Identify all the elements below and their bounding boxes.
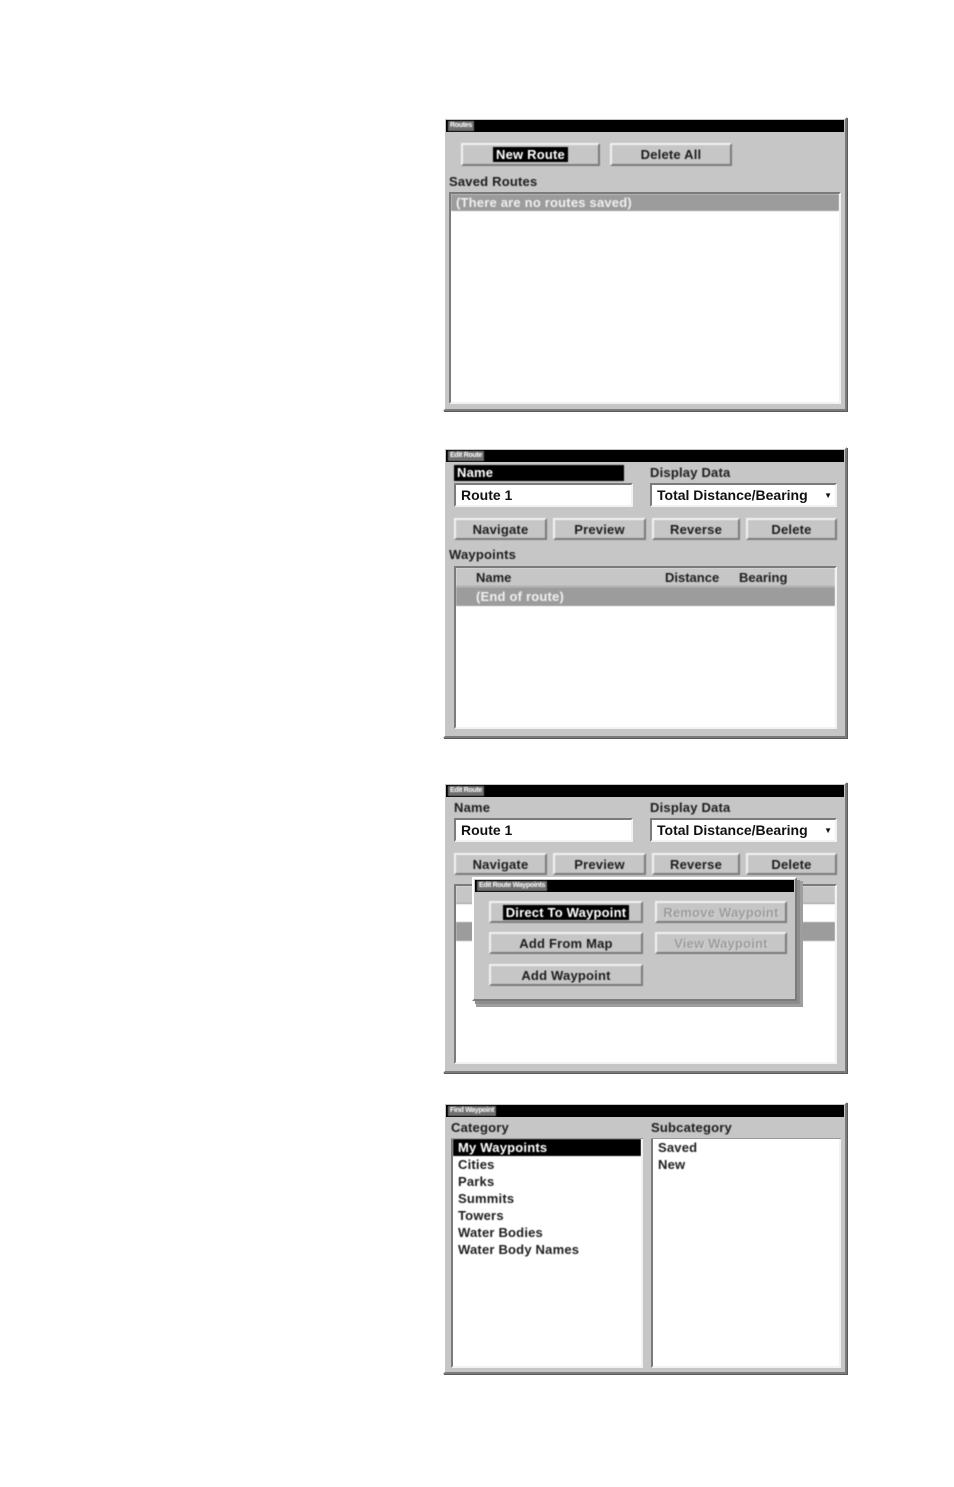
column-header-distance: Distance bbox=[665, 569, 720, 585]
display-data-label: Display Data bbox=[650, 465, 731, 480]
find-waypoint-titlebar: Find Waypoint bbox=[446, 1105, 844, 1117]
find-waypoint-title: Find Waypoint bbox=[448, 1106, 497, 1116]
delete-label: Delete bbox=[771, 521, 812, 537]
category-item-summits[interactable]: Summits bbox=[453, 1190, 641, 1207]
dialog-title: Edit Route Waypoints bbox=[477, 881, 548, 891]
category-listbox[interactable]: My Waypoints Cities Parks Summits Towers… bbox=[451, 1139, 643, 1368]
new-route-label: New Route bbox=[493, 147, 568, 162]
category-item-cities[interactable]: Cities bbox=[453, 1156, 641, 1173]
category-item-my-waypoints[interactable]: My Waypoints bbox=[453, 1139, 641, 1156]
waypoints-label: Waypoints bbox=[449, 547, 517, 562]
routes-title: Routes bbox=[448, 121, 474, 131]
route-name-field[interactable]: Route 1 bbox=[454, 818, 633, 842]
display-data-label: Display Data bbox=[650, 800, 731, 815]
delete-label: Delete bbox=[771, 856, 812, 872]
view-waypoint-label: View Waypoint bbox=[674, 935, 768, 951]
subcategory-item-new[interactable]: New bbox=[653, 1156, 839, 1173]
delete-button[interactable]: Delete bbox=[746, 518, 837, 540]
remove-waypoint-label: Remove Waypoint bbox=[663, 904, 779, 920]
saved-routes-listbox[interactable]: (There are no routes saved) bbox=[449, 192, 841, 404]
reverse-label: Reverse bbox=[670, 856, 722, 872]
navigate-label: Navigate bbox=[472, 521, 529, 537]
preview-label: Preview bbox=[574, 856, 625, 872]
remove-waypoint-button: Remove Waypoint bbox=[655, 901, 787, 923]
direct-to-waypoint-button[interactable]: Direct To Waypoint bbox=[489, 901, 643, 923]
routes-window: Routes New Route Delete All Saved Routes… bbox=[443, 117, 847, 411]
name-label: Name bbox=[454, 800, 491, 815]
add-waypoint-button[interactable]: Add Waypoint bbox=[489, 964, 643, 986]
reverse-button[interactable]: Reverse bbox=[652, 518, 740, 540]
edit-route-title: Edit Route bbox=[448, 451, 484, 461]
chevron-down-icon[interactable]: ▼ bbox=[824, 826, 832, 835]
waypoints-header-row: Name Distance Bearing bbox=[456, 568, 835, 587]
edit-route-titlebar: Edit Route bbox=[446, 450, 844, 462]
display-data-combobox[interactable]: Total Distance/Bearing ▼ bbox=[650, 483, 837, 507]
reverse-label: Reverse bbox=[670, 521, 722, 537]
category-item-water-body-names[interactable]: Water Body Names bbox=[453, 1241, 641, 1258]
column-header-name: Name bbox=[476, 569, 512, 585]
add-from-map-button[interactable]: Add From Map bbox=[489, 932, 643, 954]
navigate-button[interactable]: Navigate bbox=[454, 518, 547, 540]
delete-button[interactable]: Delete bbox=[746, 853, 837, 875]
route-name-field[interactable]: Route 1 bbox=[454, 483, 633, 507]
list-item[interactable]: (End of route) bbox=[456, 587, 835, 606]
subcategory-label: Subcategory bbox=[651, 1120, 732, 1135]
new-route-button[interactable]: New Route bbox=[461, 143, 600, 166]
display-data-combobox[interactable]: Total Distance/Bearing ▼ bbox=[650, 818, 837, 842]
waypoints-listbox[interactable]: Name Distance Bearing (End of route) bbox=[454, 566, 837, 729]
category-item-towers[interactable]: Towers bbox=[453, 1207, 641, 1224]
list-item[interactable]: (There are no routes saved) bbox=[451, 194, 839, 211]
subcategory-item-saved[interactable]: Saved bbox=[653, 1139, 839, 1156]
subcategory-listbox[interactable]: Saved New bbox=[651, 1139, 841, 1368]
edit-route-window: Edit Route Name Route 1 Display Data Tot… bbox=[443, 447, 847, 738]
chevron-down-icon[interactable]: ▼ bbox=[824, 491, 832, 500]
delete-all-label: Delete All bbox=[640, 147, 702, 162]
category-label: Category bbox=[451, 1120, 509, 1135]
dialog-titlebar: Edit Route Waypoints bbox=[475, 880, 794, 892]
navigate-label: Navigate bbox=[472, 856, 529, 872]
add-from-map-label: Add From Map bbox=[519, 935, 613, 951]
manual-page: Routes New Route Delete All Saved Routes… bbox=[0, 0, 954, 1487]
edit-route-waypoints-titlebar: Edit Route bbox=[446, 785, 844, 797]
navigate-button[interactable]: Navigate bbox=[454, 853, 547, 875]
saved-routes-label: Saved Routes bbox=[449, 174, 538, 189]
preview-button[interactable]: Preview bbox=[553, 518, 646, 540]
display-data-value: Total Distance/Bearing bbox=[657, 487, 808, 503]
edit-route-waypoints-window: Edit Route Name Route 1 Display Data Tot… bbox=[443, 782, 847, 1073]
view-waypoint-button: View Waypoint bbox=[655, 932, 787, 954]
category-item-parks[interactable]: Parks bbox=[453, 1173, 641, 1190]
edit-route-waypoints-title: Edit Route bbox=[448, 786, 484, 796]
display-data-value: Total Distance/Bearing bbox=[657, 822, 808, 838]
find-waypoint-window: Find Waypoint Category My Waypoints Citi… bbox=[443, 1102, 847, 1374]
category-item-water-bodies[interactable]: Water Bodies bbox=[453, 1224, 641, 1241]
reverse-button[interactable]: Reverse bbox=[652, 853, 740, 875]
edit-route-waypoints-dialog: Edit Route Waypoints Direct To Waypoint … bbox=[472, 877, 797, 1001]
preview-button[interactable]: Preview bbox=[553, 853, 646, 875]
direct-to-waypoint-label: Direct To Waypoint bbox=[502, 904, 630, 920]
column-header-bearing: Bearing bbox=[739, 569, 788, 585]
preview-label: Preview bbox=[574, 521, 625, 537]
add-waypoint-label: Add Waypoint bbox=[521, 967, 611, 983]
delete-all-button[interactable]: Delete All bbox=[610, 143, 732, 166]
name-label: Name bbox=[454, 465, 624, 481]
routes-titlebar: Routes bbox=[446, 120, 844, 132]
